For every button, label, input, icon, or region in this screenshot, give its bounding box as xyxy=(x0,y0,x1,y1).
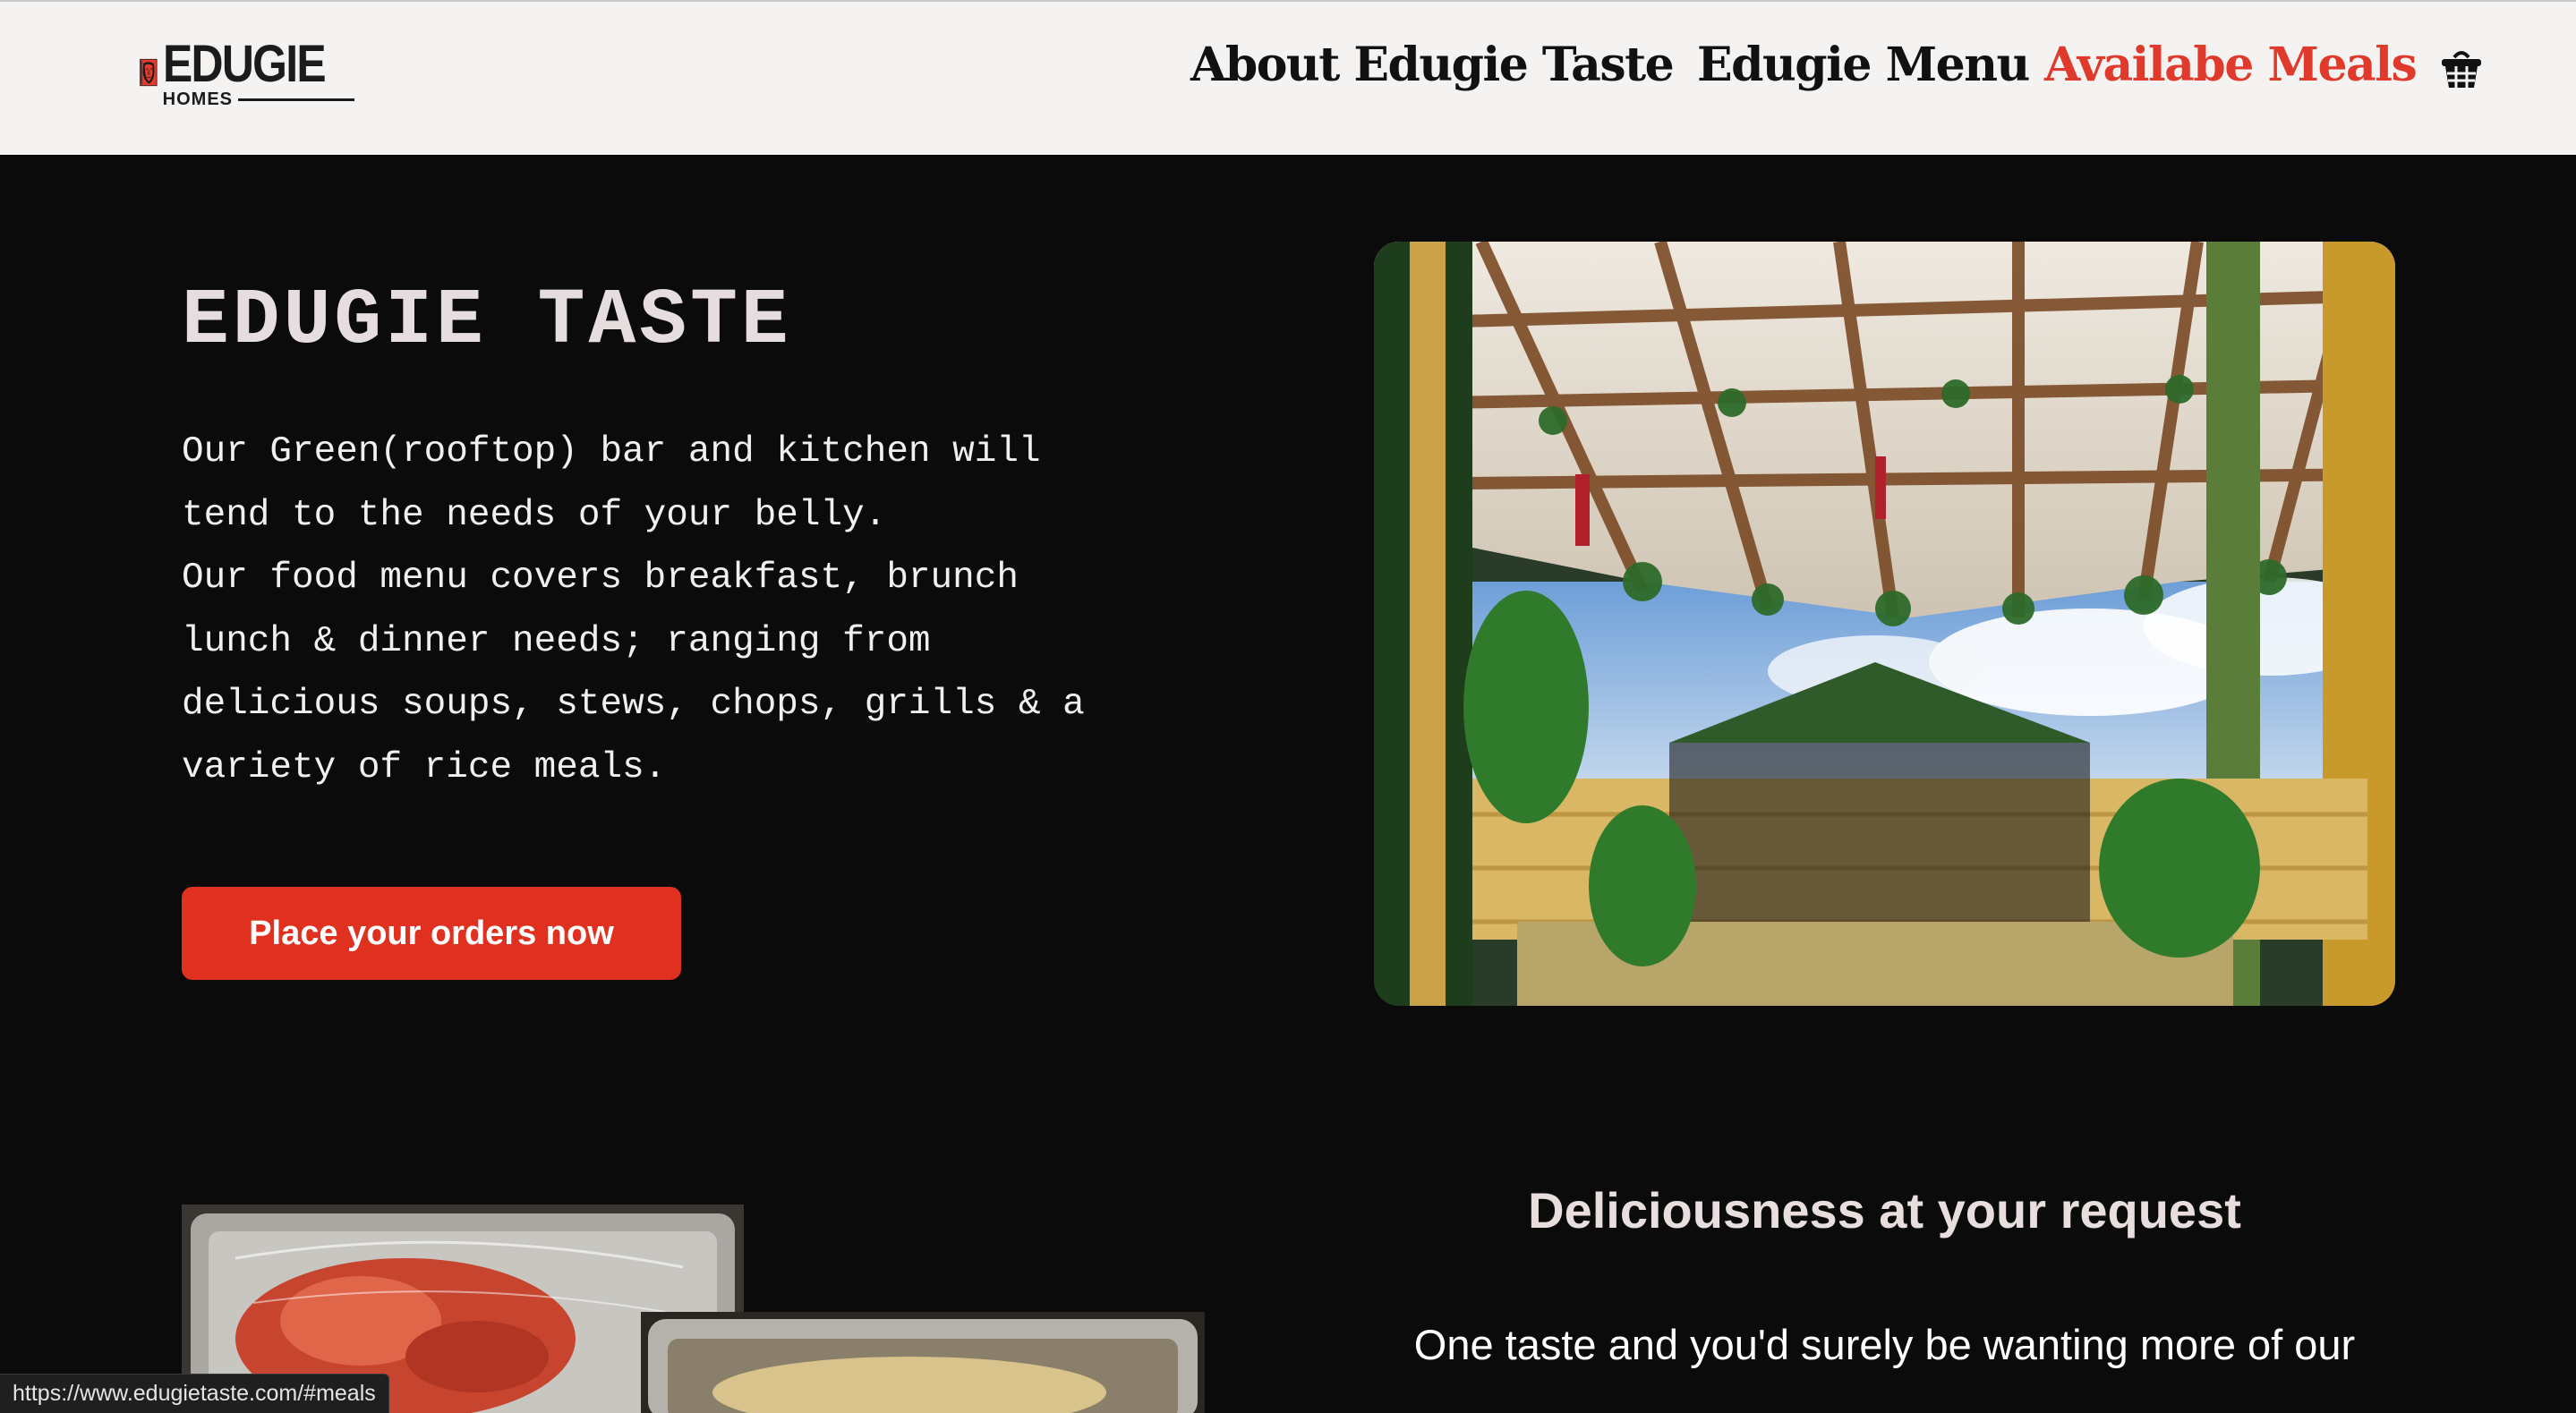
nav-menu-link[interactable]: Edugie Menu xyxy=(1697,38,2030,92)
site-header: EDUGIE HOMES About Edugie Taste Edugie M… xyxy=(0,0,2576,155)
logo[interactable]: EDUGIE HOMES xyxy=(140,20,354,127)
logo-face-icon xyxy=(140,58,158,87)
nav-meals-link[interactable]: Availabe Meals xyxy=(2044,38,2418,92)
rooftop-bar-photo xyxy=(1374,242,2395,1006)
second-food-tray-photo xyxy=(641,1312,1205,1413)
section-heading: Deliciousness at your request xyxy=(1528,1182,2241,1239)
place-order-button[interactable]: Place your orders now xyxy=(182,887,681,980)
hero-description: Our Green(rooftop) bar and kitchen will … xyxy=(182,431,1085,788)
nav-about-link[interactable]: About Edugie Taste xyxy=(1190,38,1675,92)
hero-title: EDUGIE TASTE xyxy=(182,277,792,366)
shopping-basket-icon[interactable] xyxy=(2438,47,2485,93)
section-text: One taste and you'd surely be wanting mo… xyxy=(1413,1321,2356,1368)
logo-title: EDUGIE xyxy=(162,35,327,93)
logo-divider xyxy=(238,98,354,101)
link-preview-url: https://www.edugietaste.com/#meals xyxy=(0,1374,389,1413)
